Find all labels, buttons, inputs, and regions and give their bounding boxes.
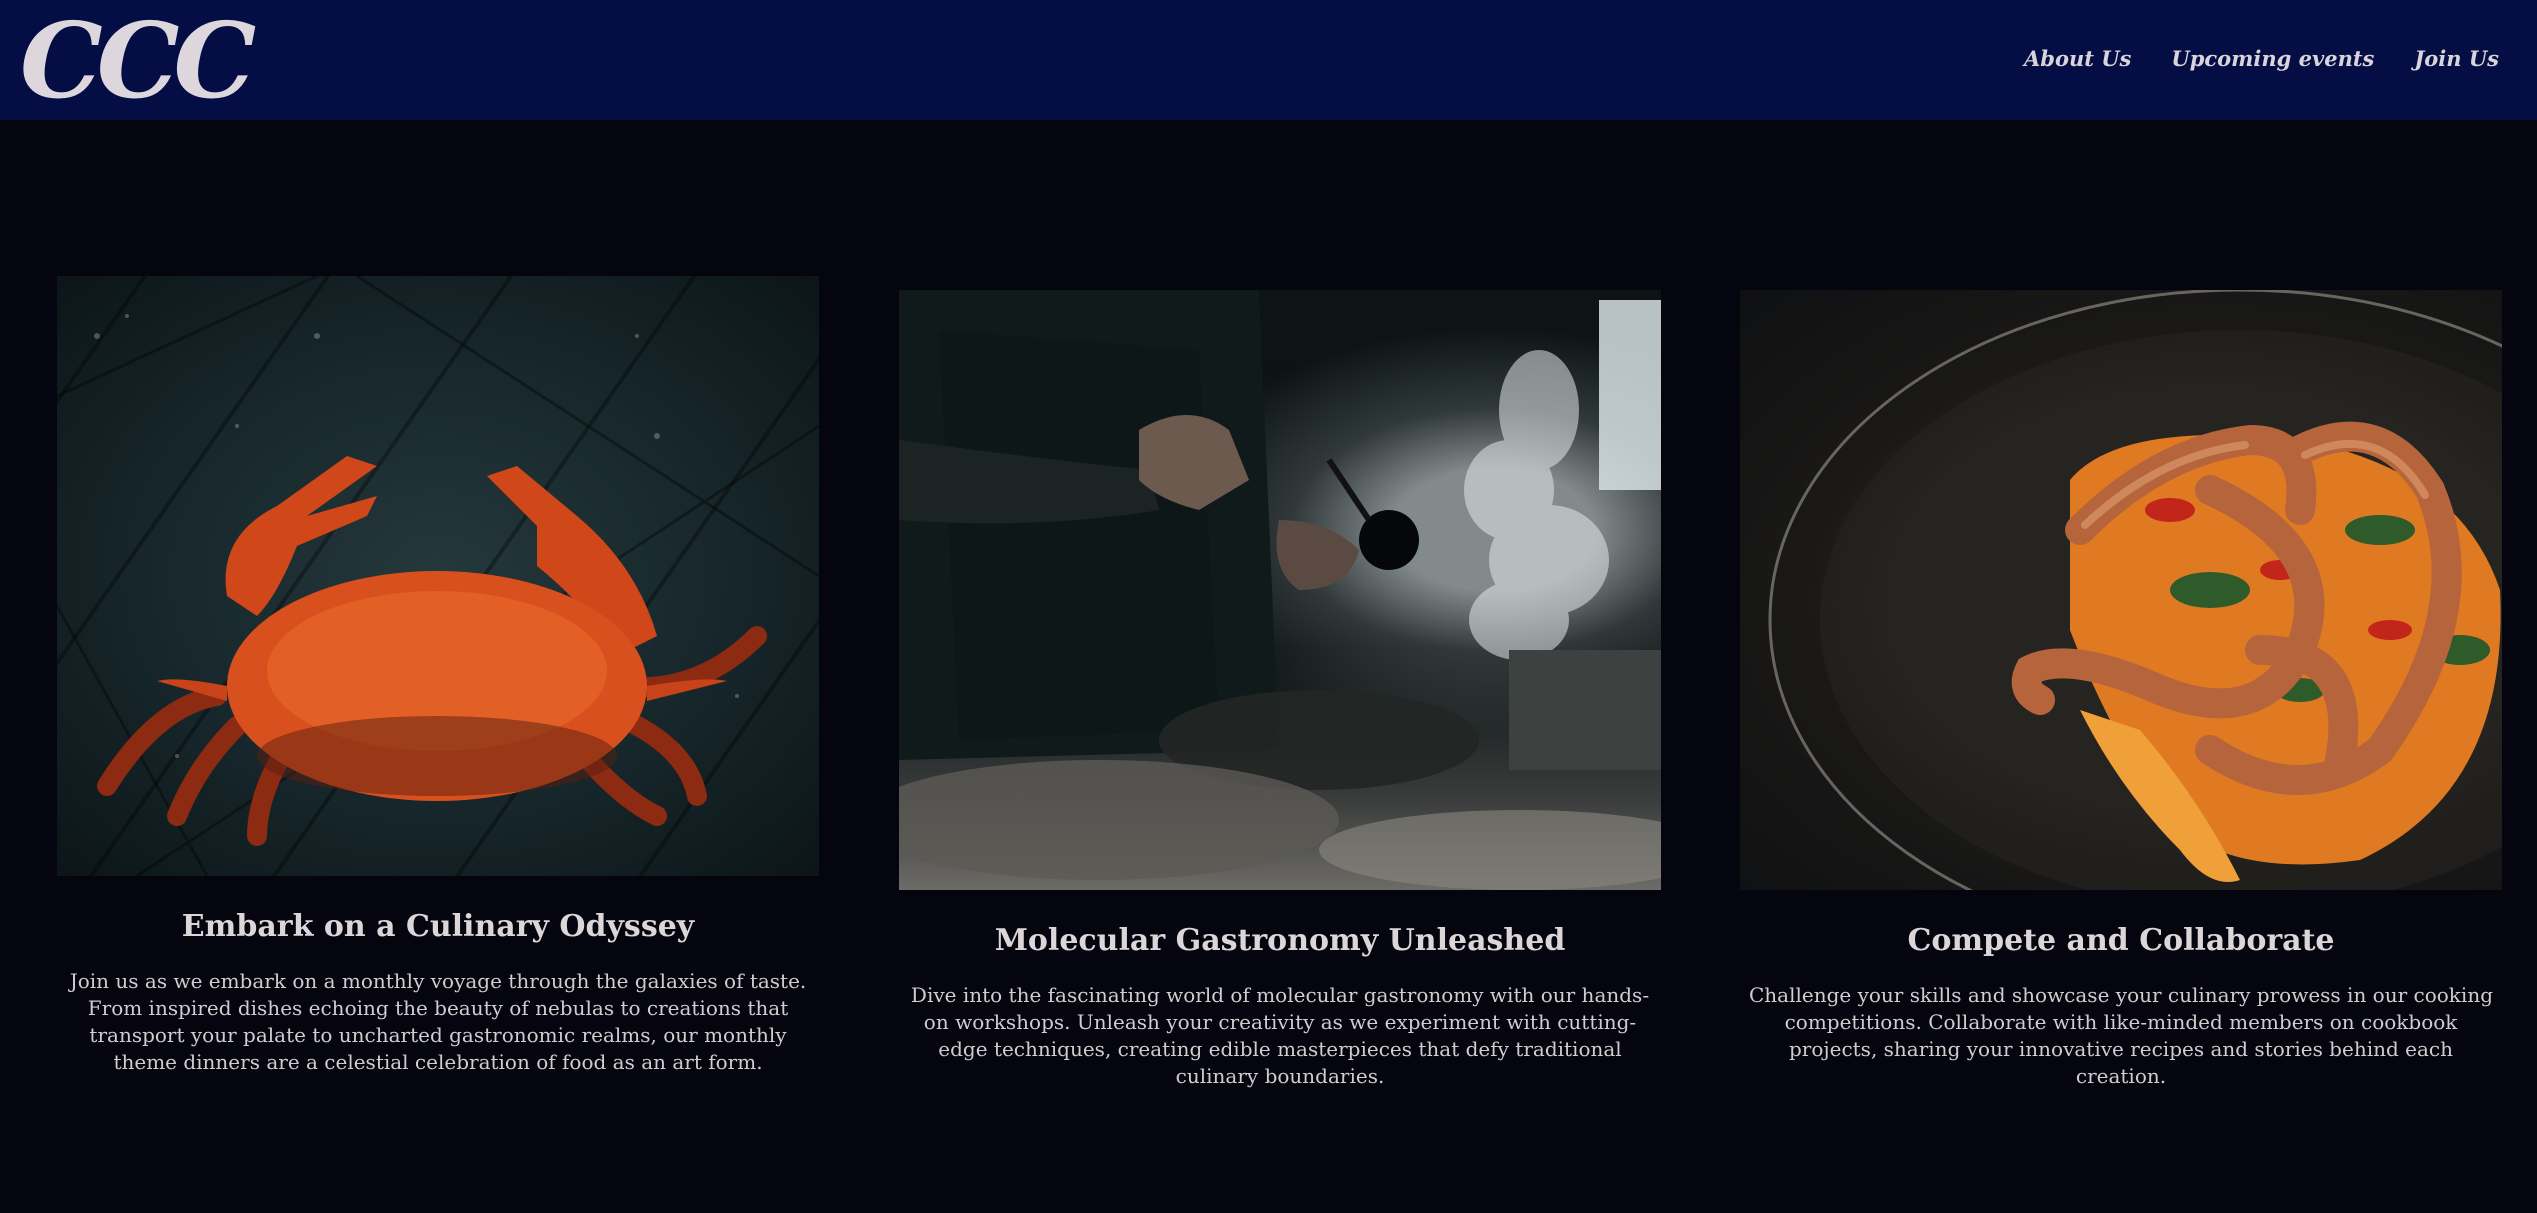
nav-join-us[interactable]: Join Us — [2414, 46, 2499, 71]
card-title: Molecular Gastronomy Unleashed — [994, 923, 1566, 958]
card-title: Compete and Collaborate — [1907, 923, 2335, 958]
octopus-dish-image — [1740, 290, 2502, 890]
crab-image — [57, 276, 819, 876]
card-description: Join us as we embark on a monthly voyage… — [69, 969, 807, 1074]
chef-cooking-image — [899, 290, 1661, 890]
feature-card-culinary-odyssey: Embark on a Culinary Odyssey Join us as … — [57, 276, 819, 1076]
site-header: CCC About Us Upcoming events Join Us — [0, 0, 2537, 120]
site-logo[interactable]: CCC — [20, 6, 256, 116]
card-title: Embark on a Culinary Odyssey — [181, 909, 695, 944]
card-description: Challenge your skills and showcase your … — [1748, 983, 2494, 1088]
nav-about-us[interactable]: About Us — [2024, 46, 2131, 71]
card-description: Dive into the fascinating world of molec… — [910, 983, 1650, 1088]
chef-illustration — [899, 290, 1661, 890]
nav-upcoming-events[interactable]: Upcoming events — [2171, 46, 2374, 71]
feature-card-molecular-gastronomy: Molecular Gastronomy Unleashed Dive into… — [899, 290, 1661, 1090]
crab-illustration — [57, 276, 819, 876]
main-nav: About Us Upcoming events Join Us — [2024, 46, 2499, 71]
feature-card-compete-collaborate: Compete and Collaborate Challenge your s… — [1740, 290, 2502, 1090]
octopus-illustration — [1768, 290, 2502, 890]
